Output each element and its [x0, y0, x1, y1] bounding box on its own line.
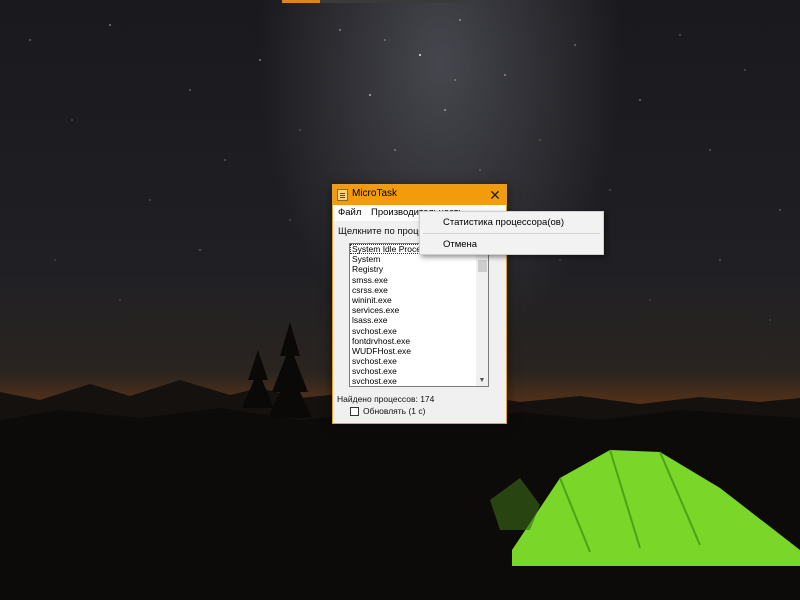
list-item[interactable]: svchost.exe — [350, 326, 476, 336]
menu-separator — [423, 233, 600, 234]
scroll-thumb[interactable] — [478, 260, 487, 272]
list-item[interactable]: lsass.exe — [350, 315, 476, 325]
title-bar[interactable]: MicroTask ✕ — [333, 185, 506, 205]
app-icon — [337, 189, 348, 201]
found-processes-label: Найдено процессов: 174 — [337, 394, 435, 404]
refresh-label[interactable]: Обновлять (1 с) — [363, 406, 425, 416]
list-item[interactable]: wininit.exe — [350, 295, 476, 305]
menu-item-cancel[interactable]: Отмена — [443, 239, 477, 250]
list-item[interactable]: csrss.exe — [350, 285, 476, 295]
window-title: MicroTask — [352, 188, 398, 199]
process-listbox[interactable]: System Idle Process System Registry smss… — [349, 243, 489, 387]
list-item[interactable]: services.exe — [350, 305, 476, 315]
list-item[interactable]: WUDFHost.exe — [350, 346, 476, 356]
refresh-checkbox[interactable] — [350, 407, 359, 416]
list-item[interactable]: smss.exe — [350, 275, 476, 285]
close-button[interactable]: ✕ — [484, 185, 506, 205]
menu-file[interactable]: Файл — [338, 207, 361, 218]
list-item[interactable]: Registry — [350, 264, 476, 274]
list-item[interactable]: fontdrvhost.exe — [350, 336, 476, 346]
hint-text: Щелкните по процессу — [338, 226, 420, 237]
list-item[interactable]: svchost.exe — [350, 356, 476, 366]
scroll-down-arrow-icon[interactable]: ▼ — [476, 376, 488, 386]
list-item[interactable]: svchost.exe — [350, 366, 476, 376]
vertical-scrollbar[interactable]: ▲ ▼ — [476, 244, 488, 386]
process-list: System Idle Process System Registry smss… — [350, 244, 476, 386]
menu-item-cpu-stats[interactable]: Статистика процессора(ов) — [443, 217, 564, 228]
list-item[interactable]: System — [350, 254, 476, 264]
list-item[interactable]: svchost.exe — [350, 376, 476, 386]
performance-dropdown-menu: Статистика процессора(ов) Отмена — [419, 211, 604, 255]
